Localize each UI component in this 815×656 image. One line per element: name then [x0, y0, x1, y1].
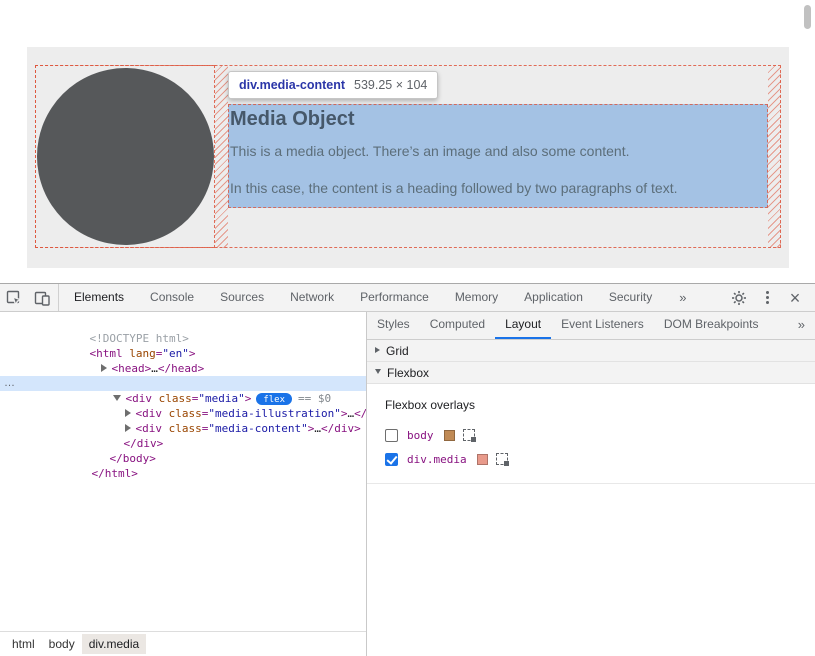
tab-sources[interactable]: Sources: [207, 284, 277, 311]
breadcrumb: html body div.media: [0, 631, 366, 656]
body-overlay-area-icon: [463, 429, 475, 441]
node-options-ellipsis-icon[interactable]: …: [4, 376, 15, 391]
div-media-overlay-label[interactable]: div.media: [407, 453, 467, 466]
tab-elements[interactable]: Elements: [61, 284, 137, 311]
div-media-overlay-area-icon: [496, 453, 508, 465]
flex-free-space-hatch: [768, 65, 781, 248]
tab-performance[interactable]: Performance: [347, 284, 442, 311]
tab-styles[interactable]: Styles: [367, 312, 420, 339]
flexbox-section-header[interactable]: Flexbox: [367, 362, 815, 384]
elements-tree-pane: <!DOCTYPE html> <html lang="en"> <head>……: [0, 312, 367, 656]
dom-node-body-close[interactable]: </body>: [0, 436, 366, 451]
close-devtools-icon[interactable]: ×: [781, 284, 809, 311]
inspect-element-glyph: [5, 289, 23, 307]
media-illustration-overlay: [35, 65, 215, 248]
grid-section-label: Grid: [386, 344, 409, 358]
tab-network[interactable]: Network: [277, 284, 347, 311]
more-sidebar-tabs-button[interactable]: »: [788, 312, 815, 339]
breadcrumb-div-media[interactable]: div.media: [82, 634, 146, 654]
breadcrumb-body[interactable]: body: [42, 634, 82, 654]
page-scrollbar-thumb[interactable]: [804, 5, 811, 29]
devtools-toolbar: Elements Console Sources Network Perform…: [0, 284, 815, 312]
tab-layout[interactable]: Layout: [495, 312, 551, 339]
overlay-row-div-media: div.media: [385, 447, 815, 471]
devtools-panel: Elements Console Sources Network Perform…: [0, 284, 815, 656]
tab-application[interactable]: Application: [511, 284, 596, 311]
media-content-highlight: Media Object This is a media object. The…: [228, 104, 768, 208]
flexbox-overlays-title: Flexbox overlays: [385, 398, 815, 412]
device-toolbar-icon[interactable]: [28, 284, 56, 311]
media-paragraph-2: In this case, the content is a heading f…: [230, 179, 767, 197]
elements-sidebar: Styles Computed Layout Event Listeners D…: [367, 312, 815, 656]
sidebar-empty-area: [367, 484, 815, 656]
tooltip-dimensions: 539.25 × 104: [354, 78, 427, 92]
div-media-overlay-color-swatch[interactable]: [477, 454, 488, 465]
dom-node-div-media-illustration[interactable]: <div class="media-illustration">…</div>: [0, 391, 366, 406]
dom-node-html-open[interactable]: <html lang="en">: [0, 331, 366, 346]
media-heading: Media Object: [230, 106, 767, 132]
closing-tag-token: </html>: [91, 467, 137, 480]
tab-console[interactable]: Console: [137, 284, 207, 311]
body-overlay-label[interactable]: body: [407, 429, 434, 442]
inspect-element-icon[interactable]: [0, 284, 28, 311]
inspected-page: Media Object This is a media object. The…: [0, 0, 815, 284]
breadcrumb-html[interactable]: html: [5, 634, 42, 654]
gear-glyph: [731, 290, 747, 306]
tab-security[interactable]: Security: [596, 284, 665, 311]
media-paragraph-1: This is a media object. There’s an image…: [230, 142, 767, 160]
tab-computed[interactable]: Computed: [420, 312, 495, 339]
dom-node-div-close[interactable]: </div>: [0, 421, 366, 436]
tab-event-listeners[interactable]: Event Listeners: [551, 312, 654, 339]
vertical-dots-glyph: [765, 291, 769, 305]
kebab-menu-icon[interactable]: [753, 284, 781, 311]
inspect-tooltip: div.media-content 539.25 × 104: [228, 71, 438, 99]
toolbar-separator: [58, 284, 59, 311]
dom-node-html-close[interactable]: </html>: [0, 451, 366, 466]
devtools-body: <!DOCTYPE html> <html lang="en"> <head>……: [0, 312, 815, 656]
close-x-glyph: ×: [790, 289, 801, 307]
tooltip-element-name: div.media-content: [239, 78, 345, 92]
dom-node-div-media-content[interactable]: <div class="media-content">…</div>: [0, 406, 366, 421]
div-media-overlay-checkbox[interactable]: [385, 453, 398, 466]
device-toolbar-glyph: [33, 289, 51, 307]
body-overlay-checkbox[interactable]: [385, 429, 398, 442]
tab-dom-breakpoints[interactable]: DOM Breakpoints: [654, 312, 769, 339]
flex-gap-hatch: [215, 65, 228, 248]
sidebar-tabs: Styles Computed Layout Event Listeners D…: [367, 312, 815, 340]
dom-node-doctype[interactable]: <!DOCTYPE html>: [0, 316, 366, 331]
collapse-arrow-icon: [375, 369, 381, 374]
settings-gear-icon[interactable]: [725, 284, 753, 311]
grid-section-header[interactable]: Grid: [367, 340, 815, 362]
toolbar-right-controls: ×: [725, 284, 815, 311]
overlay-row-body: body: [385, 423, 815, 447]
media-illustration-circle: [37, 68, 214, 245]
tab-memory[interactable]: Memory: [442, 284, 511, 311]
screen: Media Object This is a media object. The…: [0, 0, 815, 656]
body-overlay-color-swatch[interactable]: [444, 430, 455, 441]
dom-node-head[interactable]: <head>…</head>: [0, 346, 366, 361]
dom-node-body-open[interactable]: <body translate="no">flex: [0, 361, 366, 376]
dom-tree: <!DOCTYPE html> <html lang="en"> <head>……: [0, 312, 366, 631]
devtools-panel-tabs: Elements Console Sources Network Perform…: [61, 284, 694, 311]
expand-arrow-icon: [375, 347, 380, 353]
dom-node-div-media-selected[interactable]: …<div class="media">flex== $0: [0, 376, 366, 391]
flexbox-section-label: Flexbox: [387, 366, 429, 380]
flexbox-overlays-pane: Flexbox overlays body div.media: [367, 384, 815, 484]
more-panels-button[interactable]: »: [671, 284, 694, 311]
